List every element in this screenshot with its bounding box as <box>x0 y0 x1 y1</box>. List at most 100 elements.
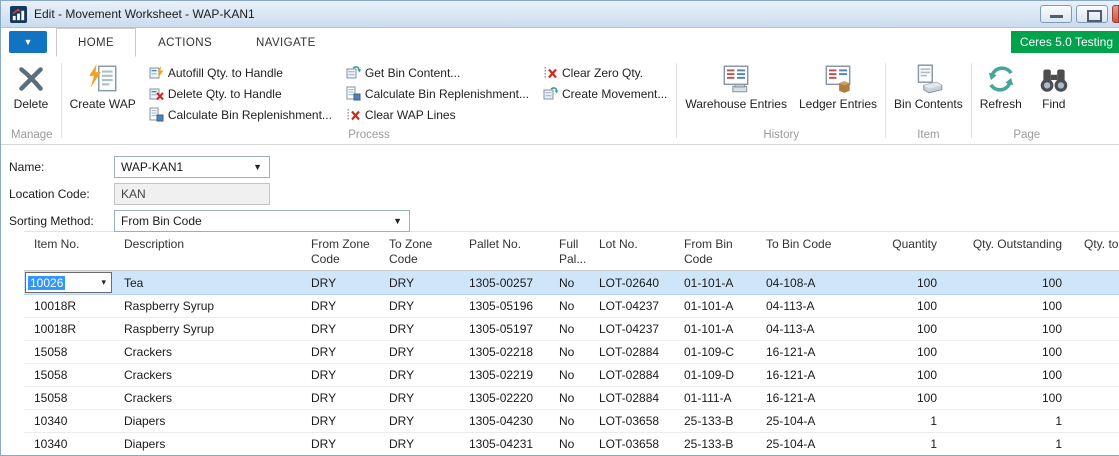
table-cell[interactable]: 100 <box>949 295 1074 318</box>
tab-home[interactable]: HOME <box>56 28 136 57</box>
table-cell[interactable]: 15058 <box>24 387 114 410</box>
table-cell[interactable]: LOT-03658 <box>589 410 674 433</box>
minimize-button[interactable] <box>1040 5 1072 23</box>
table-cell[interactable]: 10018R <box>24 318 114 341</box>
clear-wap-lines-button[interactable]: Clear WAP Lines <box>343 105 534 124</box>
column-header[interactable]: Qty. to <box>1074 232 1119 271</box>
chevron-down-icon[interactable]: ▼ <box>386 216 409 226</box>
table-cell[interactable]: DRY <box>379 341 459 364</box>
table-cell[interactable]: 100 <box>949 364 1074 387</box>
table-cell[interactable]: 01-109-D <box>674 364 756 387</box>
table-cell[interactable]: 100 <box>864 295 949 318</box>
table-cell[interactable]: 01-101-A <box>674 295 756 318</box>
table-cell[interactable]: 1305-02218 <box>459 341 549 364</box>
table-cell[interactable]: LOT-02884 <box>589 341 674 364</box>
delete-qty-button[interactable]: Delete Qty. to Handle <box>146 84 337 103</box>
column-header[interactable]: To Zone Code <box>379 232 459 271</box>
column-header[interactable]: Description <box>114 232 301 271</box>
table-cell[interactable]: Diapers <box>114 410 301 433</box>
table-cell[interactable]: DRY <box>301 410 379 433</box>
column-header[interactable]: Quantity <box>864 232 949 271</box>
tab-actions[interactable]: ACTIONS <box>136 28 234 57</box>
table-cell[interactable]: DRY <box>379 295 459 318</box>
table-cell[interactable] <box>1074 295 1119 318</box>
table-cell[interactable]: Crackers <box>114 364 301 387</box>
table-cell[interactable]: 100 <box>864 271 949 295</box>
table-row[interactable]: 10340DiapersDRYDRY1305-04231NoLOT-036582… <box>24 433 1119 456</box>
table-cell[interactable]: DRY <box>379 433 459 456</box>
table-cell[interactable]: Diapers <box>114 433 301 456</box>
table-cell[interactable]: LOT-04237 <box>589 318 674 341</box>
delete-button[interactable]: Delete <box>5 59 57 112</box>
table-cell[interactable]: 100 <box>864 387 949 410</box>
warehouse-entries-button[interactable]: Warehouse Entries <box>679 59 793 112</box>
chevron-down-icon[interactable]: ▼ <box>246 162 269 172</box>
table-cell[interactable]: DRY <box>301 364 379 387</box>
application-menu-button[interactable]: ▼ <box>9 31 47 53</box>
ledger-entries-button[interactable]: Ledger Entries <box>793 59 883 112</box>
table-cell[interactable] <box>1074 341 1119 364</box>
table-cell[interactable]: LOT-03658 <box>589 433 674 456</box>
column-header[interactable]: From Zone Code <box>301 232 379 271</box>
table-cell[interactable]: No <box>549 318 589 341</box>
table-cell[interactable]: 04-113-A <box>756 318 864 341</box>
table-cell[interactable]: 1305-04230 <box>459 410 549 433</box>
column-header[interactable]: Lot No. <box>589 232 674 271</box>
table-cell[interactable]: 10018R <box>24 295 114 318</box>
bin-contents-button[interactable]: Bin Contents <box>888 59 969 112</box>
table-cell[interactable]: 25-133-B <box>674 433 756 456</box>
create-wap-button[interactable]: Create WAP <box>64 59 142 112</box>
table-cell[interactable]: No <box>549 387 589 410</box>
column-header[interactable]: To Bin Code <box>756 232 864 271</box>
table-cell[interactable]: DRY <box>379 271 459 295</box>
table-cell[interactable]: DRY <box>379 410 459 433</box>
table-cell[interactable]: DRY <box>301 271 379 295</box>
table-row[interactable]: 10018RRaspberry SyrupDRYDRY1305-05196NoL… <box>24 295 1119 318</box>
table-cell[interactable]: DRY <box>301 295 379 318</box>
table-cell[interactable]: 15058 <box>24 364 114 387</box>
table-cell[interactable]: No <box>549 433 589 456</box>
table-cell[interactable]: 100 <box>864 341 949 364</box>
table-cell[interactable]: Raspberry Syrup <box>114 318 301 341</box>
column-header[interactable]: Full Pal... <box>549 232 589 271</box>
table-cell[interactable] <box>1074 387 1119 410</box>
find-button[interactable]: Find <box>1028 59 1080 112</box>
table-row[interactable]: 10018RRaspberry SyrupDRYDRY1305-05197NoL… <box>24 318 1119 341</box>
table-cell[interactable]: DRY <box>379 387 459 410</box>
table-cell[interactable] <box>1074 364 1119 387</box>
table-cell[interactable]: No <box>549 295 589 318</box>
table-cell[interactable]: DRY <box>301 387 379 410</box>
column-header[interactable]: From Bin Code <box>674 232 756 271</box>
tab-navigate[interactable]: NAVIGATE <box>234 28 338 57</box>
table-cell[interactable]: 01-101-A <box>674 318 756 341</box>
table-cell[interactable]: LOT-04237 <box>589 295 674 318</box>
table-cell[interactable]: 100 <box>949 318 1074 341</box>
table-cell[interactable]: 01-109-C <box>674 341 756 364</box>
column-header[interactable]: Pallet No. <box>459 232 549 271</box>
column-header[interactable]: Item No. <box>24 232 114 271</box>
table-cell[interactable]: DRY <box>301 341 379 364</box>
table-row[interactable]: 15058CrackersDRYDRY1305-02219NoLOT-02884… <box>24 364 1119 387</box>
table-row[interactable]: 10340DiapersDRYDRY1305-04230NoLOT-036582… <box>24 410 1119 433</box>
table-row[interactable]: 15058CrackersDRYDRY1305-02218NoLOT-02884… <box>24 341 1119 364</box>
sorting-method-combobox[interactable]: From Bin Code ▼ <box>114 210 410 232</box>
table-cell[interactable]: 10340 <box>24 410 114 433</box>
create-movement-button[interactable]: Create Movement... <box>540 84 672 103</box>
maximize-button[interactable] <box>1076 5 1108 23</box>
table-cell[interactable]: No <box>549 341 589 364</box>
get-bin-content-button[interactable]: Get Bin Content... <box>343 63 534 82</box>
table-cell[interactable]: Tea <box>114 271 301 295</box>
table-cell[interactable]: 100 <box>949 341 1074 364</box>
table-cell[interactable]: 25-104-A <box>756 433 864 456</box>
table-cell[interactable]: 01-111-A <box>674 387 756 410</box>
table-cell[interactable]: 16-121-A <box>756 364 864 387</box>
table-cell[interactable]: No <box>549 410 589 433</box>
calculate-bin-replenishment-button-2[interactable]: Calculate Bin Replenishment... <box>343 84 534 103</box>
item-no-edit-combobox[interactable]: 10026▾ <box>25 272 112 293</box>
table-cell[interactable] <box>1074 433 1119 456</box>
table-cell[interactable]: 1 <box>949 433 1074 456</box>
table-cell[interactable]: DRY <box>379 364 459 387</box>
table-cell[interactable] <box>1074 318 1119 341</box>
autofill-qty-button[interactable]: Autofill Qty. to Handle <box>146 63 337 82</box>
table-cell[interactable]: 1305-05197 <box>459 318 549 341</box>
